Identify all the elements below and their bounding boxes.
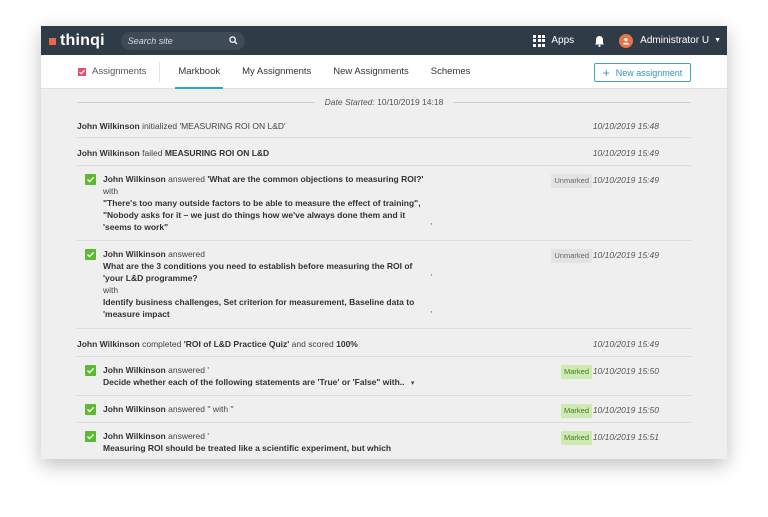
log-row: John Wilkinson answered ' Decide whether… [77,357,691,396]
quote-mark: ' [430,222,432,231]
breadcrumb[interactable]: Assignments [78,61,161,82]
status-badge: Unmarked [551,174,592,188]
log-time: 10/10/2019 15:50 [592,405,659,415]
log-action: completed [142,339,182,349]
question-text: 'What are the common objections to measu… [207,174,424,184]
user-menu[interactable]: Administrator U ▼ [619,33,721,48]
log-time: 10/10/2019 15:49 [592,175,659,185]
log-action: answered ' [168,431,209,441]
date-started-value: 10/10/2019 14:18 [377,97,444,107]
apps-grid-icon [533,34,546,47]
answer-line: 'measure impact [103,309,170,319]
log-row: John Wilkinson answered 'What are the co… [77,166,691,241]
log-action: initialized [142,121,178,131]
user-link[interactable]: John Wilkinson [103,174,166,184]
user-link[interactable]: John Wilkinson [103,365,166,375]
log-object: MEASURING ROI ON L&D [164,148,270,158]
user-link[interactable]: John Wilkinson [77,121,140,131]
user-link[interactable]: John Wilkinson [77,339,140,349]
log-row: John Wilkinson answered What are the 3 c… [77,241,691,329]
answer-line: Identify business challenges, Set criter… [103,297,415,307]
chevron-down-icon: ▼ [714,37,721,44]
avatar [619,33,634,48]
log-time: 10/10/2019 15:48 [592,121,659,131]
answer-line: 'seems to work" [103,222,169,232]
tab-new-assignments[interactable]: New Assignments [330,55,412,89]
log-row: John Wilkinson answered '' with '' Marke… [77,396,691,423]
apps-menu[interactable]: Apps [533,34,575,47]
status-badge: Marked [560,365,592,379]
status-badge: Marked [560,404,592,418]
log-and: and scored [291,339,334,349]
logo[interactable]: thinqi [49,32,105,50]
divider [77,101,315,103]
question-line: What are the 3 conditions you need to es… [103,261,413,271]
tab-list: Markbook My Assignments New Assignments … [175,55,489,89]
user-link[interactable]: John Wilkinson [77,148,140,158]
date-started-row: Date Started: 10/10/2019 14:18 [77,93,691,111]
quote-mark: ' [430,273,432,282]
log-time: 10/10/2019 15:50 [592,366,659,376]
score-value: 100% [336,339,358,349]
log-time: 10/10/2019 15:49 [592,148,659,158]
breadcrumb-label: Assignments [92,66,147,77]
log-time: 10/10/2019 15:51 [592,432,659,442]
log-object: 'MEASURING ROI ON L&D' [179,121,286,131]
log-row: John Wilkinson answered ' Measuring ROI … [77,423,691,459]
user-name: Administrator U [640,35,710,46]
user-link[interactable]: John Wilkinson [103,249,166,259]
status-badge: Unmarked [551,249,592,263]
logo-text: thinqi [60,31,105,49]
log-action: answered ' [168,365,209,375]
tab-bar: Assignments Markbook My Assignments New … [41,55,727,89]
new-assignment-button[interactable]: + New assignment [594,63,691,82]
log-action: answered [168,174,205,184]
log-time: 10/10/2019 15:49 [592,250,659,260]
user-link[interactable]: John Wilkinson [103,431,166,441]
quote-mark: ' [430,310,432,319]
with-label: with [103,285,119,295]
divider [453,101,691,103]
with-label: with [103,186,119,196]
tab-markbook[interactable]: Markbook [175,55,223,89]
tab-schemes[interactable]: Schemes [428,55,474,89]
log-action: failed [142,148,163,158]
assignments-icon [78,67,86,76]
question-text: Decide whether each of the following sta… [103,377,405,387]
log-object: 'ROI of L&D Practice Quiz' [183,339,290,349]
new-assignment-label: New assignment [615,67,683,78]
notifications-bell-icon[interactable] [594,35,605,47]
answer-line: "Nobody asks for it – we just do things … [103,210,406,220]
plus-icon: + [602,65,610,80]
logo-mark-icon [49,38,56,45]
log-row: John Wilkinson failed MEASURING ROI ON L… [77,138,691,166]
apps-label: Apps [551,35,575,46]
tab-my-assignments[interactable]: My Assignments [239,55,314,89]
status-badge: Marked [560,431,592,445]
question-text: Measuring ROI should be treated like a s… [103,443,392,453]
expand-caret-icon[interactable]: ▾ [411,380,415,387]
log-row: John Wilkinson completed 'ROI of L&D Pra… [77,329,691,357]
search-placeholder: Search site [127,35,173,46]
log-action: answered [168,249,205,259]
search-icon[interactable] [229,36,238,45]
app-window: thinqi Search site Apps Administrator U … [41,26,727,459]
search-input[interactable]: Search site [120,31,245,50]
answer-line: "There's too many outside factors to be … [103,198,421,208]
activity-log: Date Started: 10/10/2019 14:18 John Wilk… [41,93,727,459]
log-row: John Wilkinson initialized 'MEASURING RO… [77,111,691,138]
log-time: 10/10/2019 15:49 [592,339,659,349]
user-link[interactable]: John Wilkinson [103,404,166,414]
log-action: answered '' with '' [168,404,234,414]
top-bar: thinqi Search site Apps Administrator U … [41,26,727,55]
question-line: 'your L&D programme? [103,273,198,283]
date-started-label: Date Started: [324,97,375,107]
